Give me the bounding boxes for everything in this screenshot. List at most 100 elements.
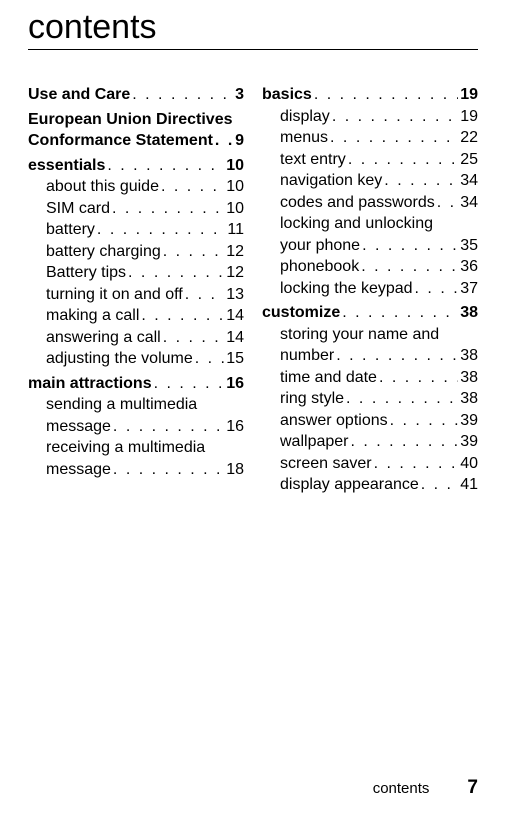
toc-entry-leader — [213, 130, 233, 152]
toc-section-entry: basics19 — [262, 84, 478, 106]
toc-sub-entry: sending a multimedia — [28, 394, 244, 416]
toc-sub-entry: text entry 25 — [262, 149, 478, 171]
toc-entry-label: SIM card — [46, 198, 110, 220]
toc-entry-page: 10 — [224, 198, 244, 220]
toc-sub-entry: locking and unlocking — [262, 213, 478, 235]
toc-entry-page: 11 — [225, 219, 244, 241]
toc-entry-page: 34 — [458, 192, 478, 214]
toc-entry-label: codes and passwords — [280, 192, 435, 214]
toc-sub-entry: screen saver 40 — [262, 453, 478, 475]
toc-sub-entry: adjusting the volume15 — [28, 348, 244, 370]
toc-sub-entry: answer options39 — [262, 410, 478, 432]
toc-entry-label: basics — [262, 84, 312, 106]
toc-entry-label: time and date — [280, 367, 377, 389]
toc-entry-page: 40 — [458, 453, 478, 475]
toc-entry-leader — [152, 373, 225, 395]
toc-sub-entry: battery charging12 — [28, 241, 244, 263]
toc-entry-label: your phone — [280, 235, 360, 257]
toc-entry-page: 10 — [224, 176, 244, 198]
toc-sub-entry: receiving a multimedia — [28, 437, 244, 459]
toc-entry-label: making a call — [46, 305, 139, 327]
toc-sub-entry: time and date 38 — [262, 367, 478, 389]
toc-entry-leader — [193, 348, 224, 370]
toc-entry-page: 10 — [224, 155, 244, 177]
toc-entry-page: 12 — [224, 262, 244, 284]
toc-entry-leader — [348, 431, 458, 453]
toc-sub-entry: menus 22 — [262, 127, 478, 149]
toc-entry-leader — [105, 155, 224, 177]
toc-sub-entry: storing your name and — [262, 324, 478, 346]
toc-entry-leader — [377, 367, 458, 389]
toc-entry-label: display — [280, 106, 330, 128]
toc-entry-label: screen saver — [280, 453, 372, 475]
toc-sub-entry: navigation key34 — [262, 170, 478, 192]
toc-entry-label: European Union Directives — [28, 109, 244, 131]
toc-entry-page: 16 — [224, 416, 244, 438]
toc-entry-label: message — [46, 416, 111, 438]
toc-entry-page: 15 — [224, 348, 244, 370]
toc-entry-leader — [328, 127, 458, 149]
toc-entry-label: phonebook — [280, 256, 359, 278]
toc-section-entry: Conformance Statement 9 — [28, 130, 244, 152]
toc-entry-leader — [139, 305, 224, 327]
toc-entry-page: 38 — [458, 388, 478, 410]
toc-sub-entry: phonebook36 — [262, 256, 478, 278]
toc-entry-leader — [161, 241, 224, 263]
toc-columns: Use and Care 3 European Union DirectivesCo… — [28, 84, 478, 499]
toc-entry-page: 3 — [233, 84, 244, 106]
toc-entry-label: number — [280, 345, 334, 367]
toc-entry-label: Use and Care — [28, 84, 130, 106]
toc-entry-page: 16 — [224, 373, 244, 395]
toc-sub-entry: display 19 — [262, 106, 478, 128]
toc-entry-label: display appearance — [280, 474, 419, 496]
toc-entry-leader — [161, 327, 224, 349]
toc-entry-leader — [359, 256, 458, 278]
toc-section-entry: main attractions16 — [28, 373, 244, 395]
toc-entry-label: answering a call — [46, 327, 161, 349]
toc-entry-page: 38 — [458, 367, 478, 389]
toc-entry-page: 14 — [224, 305, 244, 327]
toc-section-entry: European Union DirectivesConformance Sta… — [28, 109, 244, 152]
toc-entry-label: battery charging — [46, 241, 161, 263]
toc-entry-page: 38 — [458, 345, 478, 367]
toc-sub-entry: answering a call14 — [28, 327, 244, 349]
toc-entry-page: 39 — [458, 431, 478, 453]
toc-entry-leader — [130, 84, 233, 106]
page-title: contents — [28, 8, 478, 50]
toc-entry-label: turning it on and off — [46, 284, 183, 306]
toc-entry-label: essentials — [28, 155, 105, 177]
toc-entry-label: menus — [280, 127, 328, 149]
toc-entry-page: 9 — [233, 130, 244, 152]
footer-page-number: 7 — [467, 777, 478, 799]
toc-entry-label: wallpaper — [280, 431, 348, 453]
toc-sub-entry: turning it on and off13 — [28, 284, 244, 306]
toc-entry-label: navigation key — [280, 170, 382, 192]
toc-sub-entry: your phone35 — [262, 235, 478, 257]
toc-entry-leader — [126, 262, 224, 284]
toc-sub-entry: locking the keypad37 — [262, 278, 478, 300]
toc-entry-page: 22 — [458, 127, 478, 149]
toc-entry-page: 25 — [458, 149, 478, 171]
toc-entry-leader — [382, 170, 458, 192]
toc-entry-leader — [413, 278, 459, 300]
toc-entry-leader — [340, 302, 458, 324]
toc-entry-page: 38 — [458, 302, 478, 324]
toc-entry-leader — [360, 235, 458, 257]
toc-entry-leader — [330, 106, 458, 128]
toc-sub-entry: about this guide10 — [28, 176, 244, 198]
toc-sub-entry: Battery tips 12 — [28, 262, 244, 284]
toc-entry-label: Conformance Statement — [28, 130, 213, 152]
toc-sub-entry: wallpaper 39 — [262, 431, 478, 453]
toc-entry-label: answer options — [280, 410, 388, 432]
toc-sub-entry: battery11 — [28, 219, 244, 241]
toc-entry-page: 18 — [224, 459, 244, 481]
toc-entry-leader — [334, 345, 458, 367]
toc-entry-label: text entry — [280, 149, 346, 171]
toc-entry-leader — [111, 416, 224, 438]
toc-sub-entry: codes and passwords 34 — [262, 192, 478, 214]
toc-entry-page: 19 — [458, 106, 478, 128]
toc-entry-leader — [111, 459, 224, 481]
toc-column-right: basics19display19menus22text entry25navi… — [262, 84, 478, 499]
toc-entry-leader — [346, 149, 458, 171]
toc-entry-label: Battery tips — [46, 262, 126, 284]
